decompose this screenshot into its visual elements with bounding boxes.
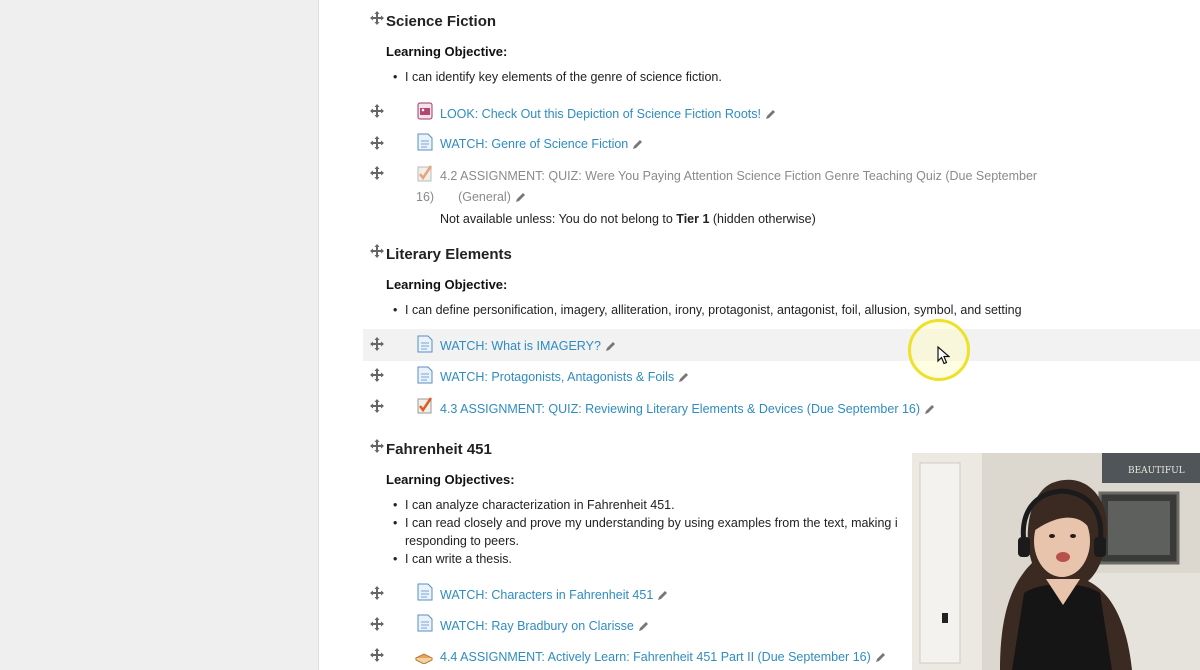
edit-pencil-icon[interactable] [765,109,776,120]
activity-link[interactable]: WATCH: Protagonists, Antagonists & Foils [440,370,689,384]
move-section-icon[interactable] [370,439,384,453]
move-activity-icon[interactable] [370,617,384,631]
edit-pencil-icon[interactable] [515,192,526,203]
webcam-overlay: BEAUTIFUL [912,453,1200,670]
page-icon [417,335,433,353]
availability-restriction: Not available unless: You do not belong … [440,212,816,226]
objective-label: Learning Objective: [386,44,508,59]
activity-link[interactable]: LOOK: Check Out this Depiction of Scienc… [440,107,776,121]
objective-item: I can read closely and prove my understa… [393,516,898,530]
move-activity-icon[interactable] [370,399,384,413]
objective-item: I can write a thesis. [393,552,512,566]
activity-link[interactable]: 4.3 ASSIGNMENT: QUIZ: Reviewing Literary… [440,402,935,416]
page-icon [417,614,433,632]
sign-text: BEAUTIFUL [1128,466,1185,476]
move-activity-icon[interactable] [370,337,384,351]
move-activity-icon[interactable] [370,648,384,662]
page-icon [417,583,433,601]
left-gutter [0,0,319,670]
quiz-icon [417,164,433,182]
quiz-icon [417,396,433,414]
activity-link[interactable]: WATCH: Ray Bradbury on Clarisse [440,619,649,633]
move-activity-icon[interactable] [370,104,384,118]
activity-link-dimmed[interactable]: 4.2 ASSIGNMENT: QUIZ: Were You Paying At… [440,169,1037,183]
section-title-literary-elements: Literary Elements [386,246,512,263]
mouse-pointer-icon [937,345,951,370]
objective-item: I can analyze characterization in Fahren… [393,498,675,512]
edit-pencil-icon[interactable] [875,652,886,663]
move-activity-icon[interactable] [370,136,384,150]
move-activity-icon[interactable] [370,586,384,600]
section-title-fahrenheit-451: Fahrenheit 451 [386,441,492,458]
edit-pencil-icon[interactable] [678,372,689,383]
move-section-icon[interactable] [370,11,384,25]
move-activity-icon[interactable] [370,368,384,382]
edit-pencil-icon[interactable] [924,404,935,415]
activity-link[interactable]: 4.4 ASSIGNMENT: Actively Learn: Fahrenhe… [440,650,886,664]
objective-item: I can identify key elements of the genre… [393,70,722,84]
edit-pencil-icon[interactable] [638,621,649,632]
activity-link[interactable]: WATCH: What is IMAGERY? [440,339,616,353]
section-title-science-fiction: Science Fiction [386,13,497,30]
page-icon [417,133,433,151]
edit-pencil-icon[interactable] [657,590,668,601]
edit-pencil-icon[interactable] [632,139,643,150]
objective-item-continuation: responding to peers. [405,534,519,548]
activity-link[interactable]: WATCH: Genre of Science Fiction [440,137,643,151]
move-section-icon[interactable] [370,244,384,258]
image-icon [417,102,433,120]
objectives-label: Learning Objectives: [386,472,515,487]
presenter-video-image: BEAUTIFUL [912,453,1200,670]
activity-link[interactable]: WATCH: Characters in Fahrenheit 451 [440,588,668,602]
objective-label: Learning Objective: [386,277,508,292]
activity-link-dimmed-line2[interactable]: 16) (General) [416,190,526,204]
page-icon [417,366,433,384]
book-icon [414,646,434,665]
objective-item: I can define personification, imagery, a… [393,303,1022,317]
edit-pencil-icon[interactable] [605,341,616,352]
move-activity-icon[interactable] [370,166,384,180]
